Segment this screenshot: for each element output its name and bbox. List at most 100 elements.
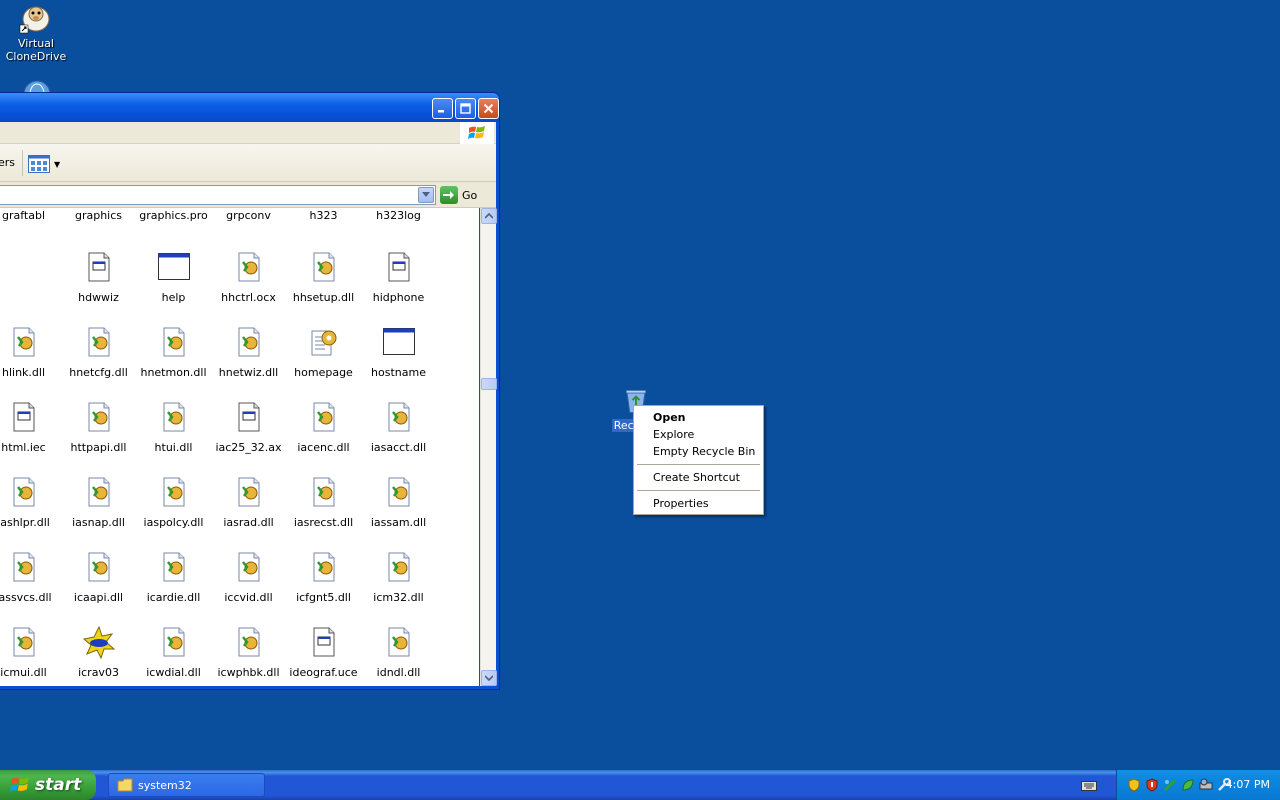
context-menu: Open Explore Empty Recycle Bin Create Sh…	[633, 405, 764, 515]
go-button[interactable]: Go	[440, 185, 477, 205]
file-item[interactable]: idndl.dll	[361, 605, 436, 680]
taskbar-button-system32[interactable]: system32	[108, 773, 265, 797]
file-item[interactable]: icaapi.dll	[61, 530, 136, 605]
leaf-icon[interactable]	[1181, 778, 1195, 792]
address-dropdown-button[interactable]	[418, 187, 434, 203]
dll-file-icon	[7, 475, 41, 509]
vertical-scrollbar[interactable]	[480, 208, 497, 686]
dll-file-icon	[232, 625, 266, 659]
security-shield-icon[interactable]	[1127, 778, 1141, 792]
file-item[interactable]: icm32.dll	[361, 530, 436, 605]
file-item[interactable]: ideograf.uce	[286, 605, 361, 680]
file-item[interactable]: iac25_32.ax	[211, 380, 286, 455]
menu-separator	[637, 490, 760, 491]
file-item[interactable]: icfgnt5.dll	[286, 530, 361, 605]
file-item[interactable]: h323	[286, 208, 361, 230]
minimize-button[interactable]	[432, 98, 453, 119]
file-item[interactable]: httpapi.dll	[61, 380, 136, 455]
keyboard-icon[interactable]	[1081, 778, 1097, 792]
address-input[interactable]	[0, 185, 436, 205]
dll-file-icon	[307, 475, 341, 509]
toolbar-separator	[22, 150, 23, 176]
file-name: icaapi.dll	[73, 591, 124, 604]
document-icon	[307, 625, 341, 659]
menu-item-explore[interactable]: Explore	[636, 426, 761, 443]
folders-button-label[interactable]: ers	[0, 156, 15, 169]
file-item[interactable]: hhctrl.ocx	[211, 230, 286, 305]
network-icon[interactable]	[1163, 778, 1177, 792]
title-bar[interactable]	[0, 93, 499, 122]
file-item[interactable]: iassam.dll	[361, 455, 436, 530]
file-name: hostname	[371, 366, 426, 379]
file-item[interactable]: iasacct.dll	[361, 380, 436, 455]
go-arrow-icon	[440, 186, 458, 204]
file-item[interactable]: icwphbk.dll	[211, 605, 286, 680]
scroll-up-button[interactable]	[481, 208, 497, 224]
folder-icon	[117, 778, 133, 792]
document-icon	[382, 250, 416, 284]
scroll-down-button[interactable]	[481, 670, 497, 686]
file-item[interactable]: grpconv	[211, 208, 286, 230]
file-name: ideograf.uce	[289, 666, 358, 679]
alert-shield-icon[interactable]	[1145, 778, 1159, 792]
dll-file-icon	[82, 550, 116, 584]
file-name: iaspolcy.dll	[143, 516, 204, 529]
dll-file-icon	[307, 250, 341, 284]
file-item[interactable]: hdwwiz	[61, 230, 136, 305]
menu-item-open[interactable]: Open	[636, 409, 761, 426]
close-icon	[483, 103, 494, 114]
hardware-icon[interactable]	[1199, 778, 1213, 792]
file-item[interactable]: iaspolcy.dll	[136, 455, 211, 530]
file-item[interactable]: icwdial.dll	[136, 605, 211, 680]
file-item[interactable]: iassvcs.dll	[0, 530, 61, 605]
file-name: iac25_32.ax	[215, 441, 282, 454]
file-item[interactable]: iasrecst.dll	[286, 455, 361, 530]
file-item[interactable]: graphics.pro	[136, 208, 211, 230]
file-item[interactable]: iashlpr.dll	[0, 455, 61, 530]
file-name: iassam.dll	[370, 516, 427, 529]
clock[interactable]: 4:07 PM	[1226, 770, 1270, 800]
close-button[interactable]	[478, 98, 499, 119]
file-item[interactable]: graftabl	[0, 208, 61, 230]
desktop-icon-virtual-clonedrive[interactable]: Virtual CloneDrive	[0, 0, 74, 63]
file-item[interactable]: hnetwiz.dll	[211, 305, 286, 380]
file-item[interactable]: icmui.dll	[0, 605, 61, 680]
file-item[interactable]: h323log	[361, 208, 436, 230]
start-button[interactable]: start	[0, 770, 96, 800]
file-item[interactable]: htui.dll	[136, 380, 211, 455]
menu-bar	[0, 122, 496, 144]
file-item[interactable]: graphics	[61, 208, 136, 230]
menu-item-empty-recycle-bin[interactable]: Empty Recycle Bin	[636, 443, 761, 460]
file-name: hhsetup.dll	[292, 291, 355, 304]
document-icon	[82, 250, 116, 284]
file-item[interactable]: hlink.dll	[0, 305, 61, 380]
dll-file-icon	[157, 325, 191, 359]
file-item[interactable]: iasnap.dll	[61, 455, 136, 530]
file-item[interactable]: iacenc.dll	[286, 380, 361, 455]
file-item[interactable]: html.iec	[0, 380, 61, 455]
file-item[interactable]: iasrad.dll	[211, 455, 286, 530]
dll-file-icon	[82, 325, 116, 359]
file-item[interactable]: homepage	[286, 305, 361, 380]
file-item[interactable]: hidphone	[361, 230, 436, 305]
views-button[interactable]: ▼	[28, 152, 64, 176]
file-name: hnetmon.dll	[140, 366, 207, 379]
file-item[interactable]: hnetmon.dll	[136, 305, 211, 380]
file-item[interactable]: icardie.dll	[136, 530, 211, 605]
system-tray: 4:07 PM	[1116, 770, 1280, 800]
windows-logo-icon	[10, 777, 29, 792]
file-item[interactable]: help	[136, 230, 211, 305]
file-name: iacenc.dll	[297, 441, 350, 454]
menu-item-properties[interactable]: Properties	[636, 495, 761, 512]
file-name: grpconv	[226, 209, 271, 222]
file-item[interactable]: iccvid.dll	[211, 530, 286, 605]
menu-item-create-shortcut[interactable]: Create Shortcut	[636, 469, 761, 486]
dll-file-icon	[382, 400, 416, 434]
file-item[interactable]: hnetcfg.dll	[61, 305, 136, 380]
maximize-button[interactable]	[455, 98, 476, 119]
file-item[interactable]: hhsetup.dll	[286, 230, 361, 305]
file-item[interactable]: hostname	[361, 305, 436, 380]
file-item[interactable]: icrav03	[61, 605, 136, 680]
start-label: start	[35, 775, 82, 795]
scroll-thumb[interactable]	[481, 378, 497, 390]
